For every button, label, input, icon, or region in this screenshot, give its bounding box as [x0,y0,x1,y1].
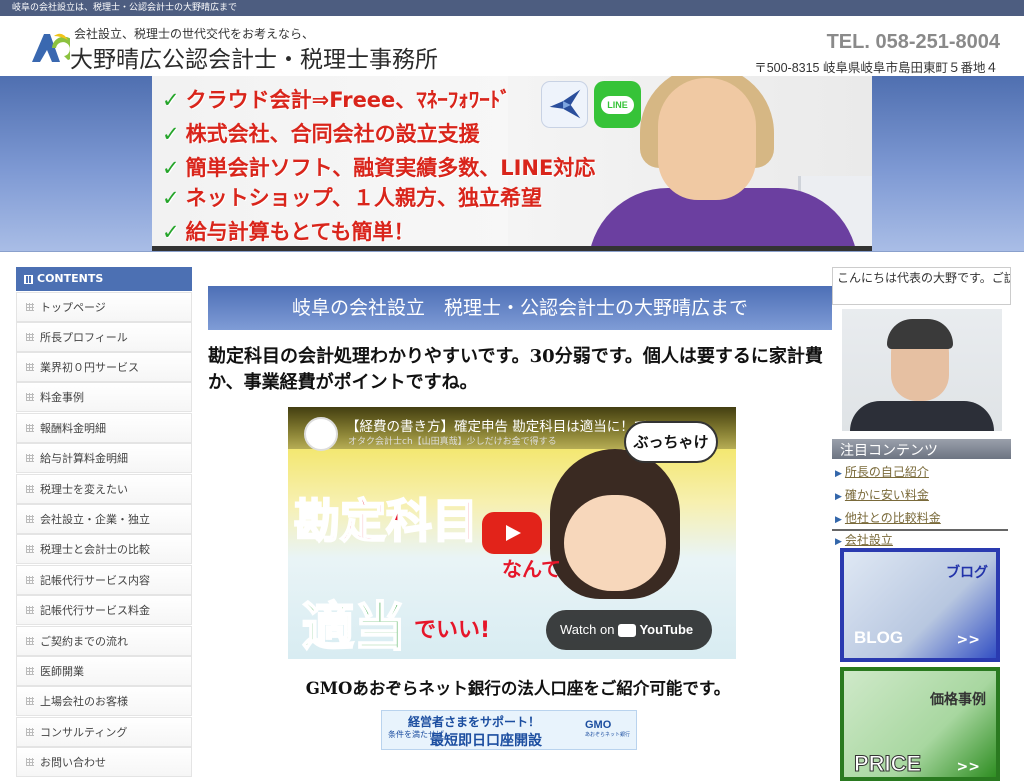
channel-avatar[interactable] [304,417,338,451]
gmo-intro-text: GMOあおぞらネット銀行の法人口座をご紹介可能です。 [305,679,731,698]
sidebar-item-consulting[interactable]: コンサルティング [16,717,192,747]
right-sidebar: こんにちは代表の大野です。ご訪問ありがとうございます 注目コンテンツ 所長の自己… [832,267,1012,781]
price-title: 価格事例 [930,692,986,708]
sidebar-item-listed-clients[interactable]: 上場会社のお客様 [16,686,192,716]
page-title: 岐阜の会社設立 税理士・公認会計士の大野晴広まで [208,286,832,330]
thumbnail-text-4: でいい! [414,618,491,643]
face-shape [658,78,756,200]
video-title[interactable]: 【経費の書き方】確定申告 勘定科目は適当に！て [346,415,647,435]
sidebar-item-incorporation[interactable]: 会社設立・企業・独立 [16,504,192,534]
banner-line: ✓ 給与計算もとても簡単！ [162,220,415,244]
sidebar-item-contact[interactable]: お問い合わせ [16,747,192,777]
director-portrait [842,309,1002,431]
sidebar-item-clinic[interactable]: 医師開業 [16,656,192,686]
sidebar-item-comparison[interactable]: 税理士と会計士の比較 [16,534,192,564]
top-strip-text: 岐阜の会社設立は、税理士・公認会計士の大野晴広まで [12,3,238,13]
sidebar-item-contract-flow[interactable]: ご契約までの流れ [16,626,192,656]
banner-bottom-bar [152,246,872,251]
hair-shape [887,319,953,349]
blog-title: ブログ [946,565,988,581]
play-button[interactable] [482,512,542,554]
sidebar-item-change-accountant[interactable]: 税理士を変えたい [16,474,192,504]
girl-face-shape [564,495,666,591]
gmo-banner-offer: 最短即日口座開設 [430,733,542,749]
swallow-icon[interactable] [541,81,588,128]
sidebar-item-bookkeeping-fees[interactable]: 記帳代行サービス料金 [16,595,192,625]
hero-image: ✓ クラウド会計⇒Freee、ﾏﾈｰﾌｫﾜｰﾄﾞ ✓ 株式会社、合同会社の設立支援 … [152,76,872,251]
youtube-embed[interactable]: 【経費の書き方】確定申告 勘定科目は適当に！て オタク会計士ch【山田真哉】少し… [288,407,736,659]
blog-banner[interactable]: ブログ BLOG >> [840,548,1000,662]
firm-logo-icon[interactable] [30,30,70,64]
gmo-logo: GMO あおぞらネット銀行 [584,719,630,738]
line-icon-label: LINE [601,96,634,114]
link-self-intro[interactable]: 所長の自己紹介 [835,463,929,480]
sidebar-item-top[interactable]: トップページ [16,292,192,322]
gmo-bank-banner[interactable]: 経営者さまをサポート！ 条件を満たせば 最短即日口座開設 GMO あおぞらネット銀… [381,710,637,750]
banner-line: ✓ 株式会社、合同会社の設立支援 [162,122,480,146]
check-icon: ✓ [162,88,180,112]
top-strip: 岐阜の会社設立は、税理士・公認会計士の大野晴広まで [0,0,1024,16]
thumbnail-text-2: なんて [502,557,561,581]
check-icon: ✓ [162,220,180,244]
banner-line: ✓ ネットショップ、１人親方、独立希望 [162,186,542,210]
sidebar-item-fee-examples[interactable]: 料金事例 [16,382,192,412]
price-label: PRICE [853,751,922,777]
blog-arrow-icon: >> [956,632,980,648]
thumbnail-text-3: 適当 [301,597,407,659]
check-icon: ✓ [162,186,180,210]
intro-paragraph: 勘定科目の会計処理わかりやすいです。30分弱です。個人は要するに家計費か、事業経… [208,346,823,393]
video-channel: オタク会計士ch【山田真哉】少しだけお金で得する [348,437,557,447]
address: 〒500-8315 岐阜県岐阜市島田東町５番地４ [754,61,998,75]
sidebar-item-profile[interactable]: 所長プロフィール [16,322,192,352]
main-content: 岐阜の会社設立 税理士・公認会計士の大野晴広まで 勘定科目の会計処理わかりやすい… [208,286,832,768]
speech-bubble: ぶっちゃけ [624,421,718,463]
gmo-banner-headline: 経営者さまをサポート！ [408,715,541,729]
grid-icon [24,274,33,284]
phone-number[interactable]: TEL. 058-251-8004 [827,31,1000,54]
banner-line: ✓ クラウド会計⇒Freee、ﾏﾈｰﾌｫﾜｰﾄﾞ [162,88,511,112]
check-icon: ✓ [162,156,180,180]
hero-banner: ✓ クラウド会計⇒Freee、ﾏﾈｰﾌｫﾜｰﾄﾞ ✓ 株式会社、合同会社の設立支援 … [0,76,1024,252]
site-header: 会社設立、税理士の世代交代をお考えなら、 大野晴広公認会計士・税理士事務所 TE… [0,16,1024,76]
suit-shape [850,401,994,431]
watch-on-youtube-button[interactable]: Watch on YouTube [546,610,712,650]
sidebar-item-payroll-fees[interactable]: 給与計算料金明細 [16,443,192,473]
sidebar-nav: CONTENTS トップページ 所長プロフィール 業界初０円サービス 料金事例 … [16,267,192,777]
blog-label: BLOG [854,628,904,647]
link-fee-comparison[interactable]: 他社との比較料金 [835,509,941,526]
link-incorporation[interactable]: 会社設立 [835,531,893,548]
sidebar-item-fee-details[interactable]: 報酬料金明細 [16,413,192,443]
line-app-icon[interactable]: LINE [594,81,641,128]
link-cheap-fees[interactable]: 確かに安い料金 [835,486,929,503]
greeting-text: こんにちは代表の大野です。ご訪問ありがとうございます [832,267,1011,305]
featured-heading: 注目コンテンツ [832,439,1011,459]
youtube-icon [618,624,637,638]
sidebar-item-zero-yen[interactable]: 業界初０円サービス [16,352,192,382]
price-banner[interactable]: 価格事例 PRICE >> [840,667,1000,781]
thumbnail-text-1: 勘定科目 [293,493,479,549]
sidebar-item-bookkeeping[interactable]: 記帳代行サービス内容 [16,565,192,595]
firm-name[interactable]: 大野晴広公認会計士・税理士事務所 [70,40,438,74]
check-icon: ✓ [162,122,180,146]
sidebar-heading: CONTENTS [16,267,192,291]
banner-line: ✓ 簡単会計ソフト、融資実績多数、LINE対応 [162,156,596,180]
price-arrow-icon: >> [956,759,980,775]
